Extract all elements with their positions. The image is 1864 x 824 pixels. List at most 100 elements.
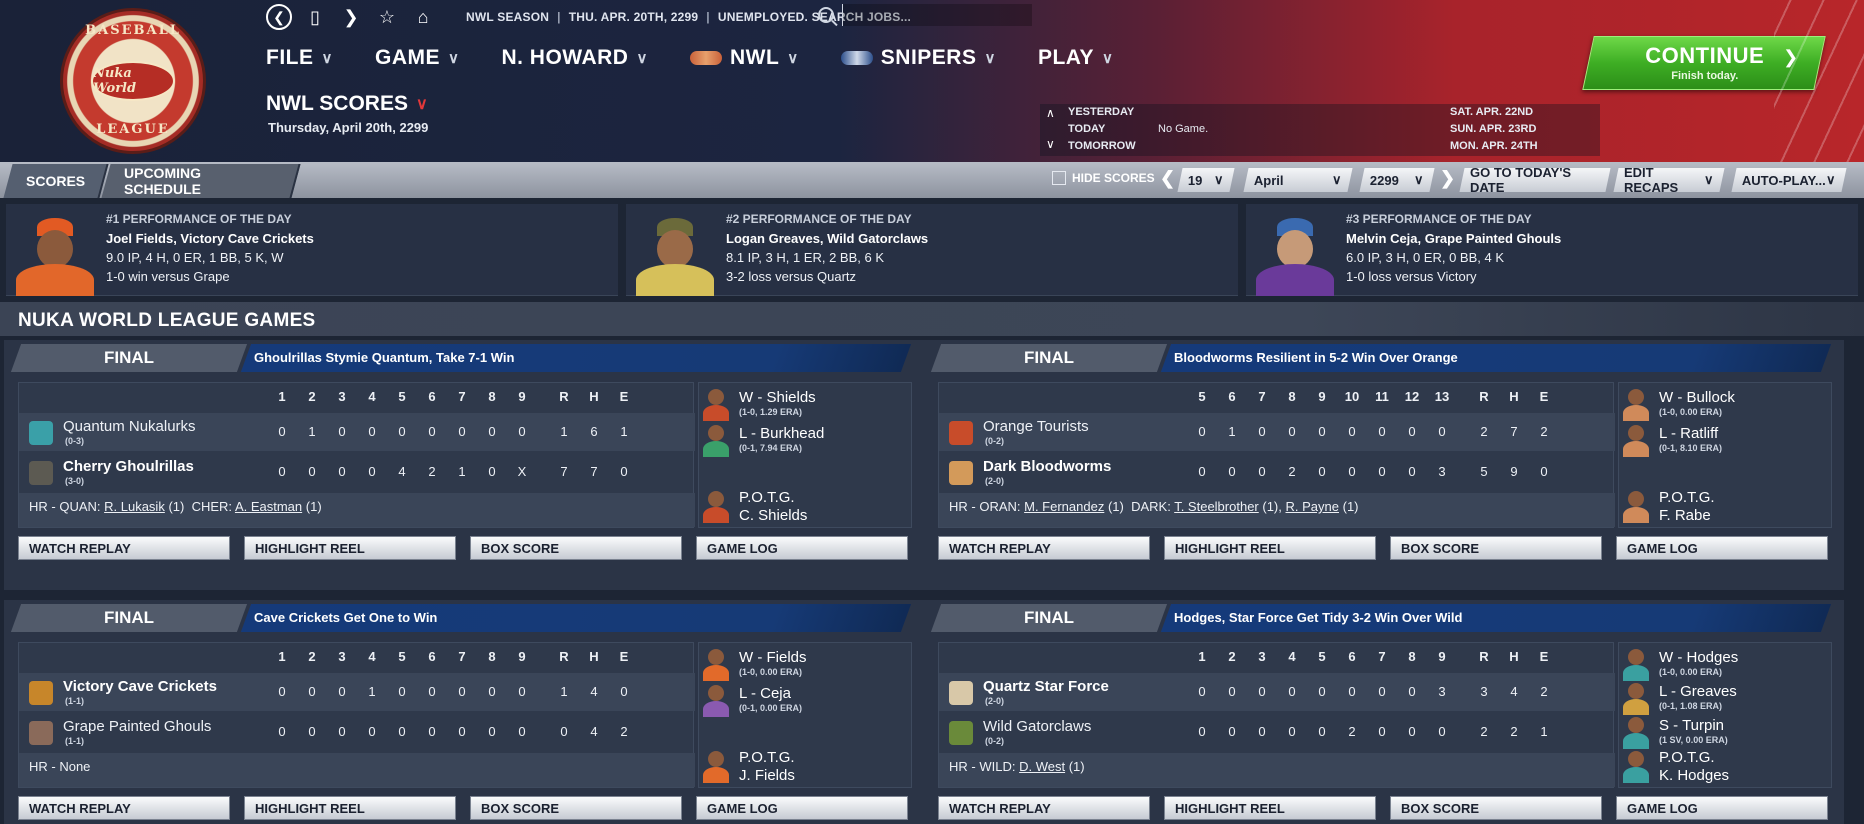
team-row[interactable]: Dark Bloodworms (2-0) 0 0 0 2 0 0 0 0 3 5 9 0: [939, 453, 1615, 491]
highlight-reel-button[interactable]: HIGHLIGHT REEL: [1164, 536, 1376, 560]
team-name[interactable]: Cherry Ghoulrillas: [63, 458, 194, 475]
hide-scores-toggle[interactable]: HIDE SCORES: [1052, 171, 1155, 185]
menu-league[interactable]: NWL ∨: [689, 46, 799, 70]
team-name[interactable]: Victory Cave Crickets: [63, 678, 217, 695]
box-score-button[interactable]: BOX SCORE: [470, 536, 682, 560]
continue-button[interactable]: CONTINUE Finish today. ❯: [1582, 36, 1826, 90]
forward-icon[interactable]: ❯: [338, 4, 364, 30]
performance-card-1[interactable]: #1 PERFORMANCE OF THE DAY Joel Fields, V…: [6, 204, 618, 296]
day-select[interactable]: 19 ∨: [1177, 168, 1235, 192]
game-headline[interactable]: Ghoulrillas Stymie Quantum, Take 7-1 Win: [240, 344, 912, 372]
player-of-the-game[interactable]: P.O.T.G. J. Fields: [703, 747, 909, 785]
game-headline[interactable]: Hodges, Star Force Get Tidy 3-2 Win Over…: [1160, 604, 1832, 632]
team-name[interactable]: Wild Gatorclaws: [983, 718, 1091, 735]
team-name[interactable]: Grape Painted Ghouls: [63, 718, 211, 735]
hr-player-link[interactable]: T. Steelbrother: [1174, 499, 1259, 514]
next-date-icon[interactable]: ❯: [1440, 168, 1455, 189]
menu-file[interactable]: FILE ∨: [266, 46, 333, 70]
game-log-button[interactable]: GAME LOG: [696, 796, 908, 820]
team-name[interactable]: Quantum Nukalurks: [63, 418, 196, 435]
page-title[interactable]: NWL SCORES ∨: [266, 92, 428, 116]
edit-recaps-button[interactable]: EDIT RECAPS ∨: [1613, 165, 1725, 195]
star-icon[interactable]: ☆: [374, 4, 400, 30]
hr-player-link[interactable]: R. Lukasik: [104, 499, 165, 514]
watch-replay-button[interactable]: WATCH REPLAY: [18, 536, 230, 560]
team-row[interactable]: Orange Tourists (0-2) 0 1 0 0 0 0 0 0 0 2 7 2: [939, 413, 1615, 451]
highlight-reel-button[interactable]: HIGHLIGHT REEL: [1164, 796, 1376, 820]
menu-play[interactable]: PLAY ∨: [1038, 46, 1114, 70]
player-of-the-game[interactable]: P.O.T.G. K. Hodges: [1623, 747, 1829, 785]
pitcher-decision[interactable]: W - Bullock (1-0, 0.00 ERA): [1623, 385, 1829, 423]
team-name[interactable]: Quartz Star Force: [983, 678, 1109, 695]
up-arrow-icon[interactable]: ∧: [1046, 106, 1055, 120]
game-log-button[interactable]: GAME LOG: [1616, 536, 1828, 560]
hr-player-link[interactable]: R. Payne: [1286, 499, 1339, 514]
pitcher-decision[interactable]: S - Turpin (1 SV, 0.00 ERA): [1623, 713, 1829, 751]
league-logo[interactable]: BASEBALL Nuka World LEAGUE: [60, 8, 206, 154]
inning-number: 2: [308, 389, 316, 404]
upcoming-date-3[interactable]: MON. APR. 24TH: [1450, 140, 1538, 152]
hide-scores-checkbox[interactable]: [1052, 171, 1066, 185]
watch-replay-button[interactable]: WATCH REPLAY: [938, 536, 1150, 560]
breadcrumb-date[interactable]: THU. APR. 20TH, 2299: [569, 10, 699, 24]
upcoming-date-1[interactable]: SAT. APR. 22ND: [1450, 106, 1533, 118]
game-log-button[interactable]: GAME LOG: [696, 536, 908, 560]
performance-player[interactable]: Melvin Ceja, Grape Painted Ghouls: [1346, 231, 1561, 246]
performance-player[interactable]: Joel Fields, Victory Cave Crickets: [106, 231, 314, 246]
hr-player-link[interactable]: A. Eastman: [235, 499, 302, 514]
team-name[interactable]: Orange Tourists: [983, 418, 1089, 435]
hr-player-link[interactable]: M. Fernandez: [1024, 499, 1104, 514]
down-arrow-icon[interactable]: ∨: [1046, 137, 1055, 151]
box-score-button[interactable]: BOX SCORE: [470, 796, 682, 820]
highlight-reel-button[interactable]: HIGHLIGHT REEL: [244, 536, 456, 560]
pitcher-decision[interactable]: L - Ceja (0-1, 0.00 ERA): [703, 681, 909, 719]
hr-player-link[interactable]: D. West: [1019, 759, 1065, 774]
breadcrumb-season[interactable]: NWL SEASON: [466, 10, 549, 24]
team-row[interactable]: Quartz Star Force (2-0) 0 0 0 0 0 0 0 0 3 3 4 2: [939, 673, 1615, 711]
go-to-today-button[interactable]: GO TO TODAY'S DATE: [1459, 165, 1611, 195]
box-score-button[interactable]: BOX SCORE: [1390, 796, 1602, 820]
pitcher-decision[interactable]: L - Burkhead (0-1, 7.94 ERA): [703, 421, 909, 459]
team-row[interactable]: Grape Painted Ghouls (1-1) 0 0 0 0 0 0 0 0 0 0 4 2: [19, 713, 695, 751]
performance-card-2[interactable]: #2 PERFORMANCE OF THE DAY Logan Greaves,…: [626, 204, 1238, 296]
pitcher-decision[interactable]: L - Greaves (0-1, 1.08 ERA): [1623, 679, 1829, 717]
team-row[interactable]: Cherry Ghoulrillas (3-0) 0 0 0 0 4 2 1 0 X 7 7 0: [19, 453, 695, 491]
player-of-the-game[interactable]: P.O.T.G. C. Shields: [703, 487, 909, 525]
game-headline[interactable]: Cave Crickets Get One to Win: [240, 604, 912, 632]
back-icon[interactable]: ❮: [266, 4, 292, 30]
player-of-the-game[interactable]: P.O.T.G. F. Rabe: [1623, 487, 1829, 525]
year-select[interactable]: 2299 ∨: [1359, 168, 1435, 192]
page-icon[interactable]: ▯: [302, 4, 328, 30]
search-icon[interactable]: [818, 7, 834, 23]
search-input[interactable]: [842, 4, 1032, 26]
team-row[interactable]: Wild Gatorclaws (0-2) 0 0 0 0 0 2 0 0 0 2 2 1: [939, 713, 1615, 751]
highlight-reel-button[interactable]: HIGHLIGHT REEL: [244, 796, 456, 820]
upcoming-date-2[interactable]: SUN. APR. 23RD: [1450, 123, 1536, 135]
tomorrow-link[interactable]: TOMORROW: [1068, 140, 1136, 152]
pitcher-decision[interactable]: W - Shields (1-0, 1.29 ERA): [703, 385, 909, 423]
game-log-button[interactable]: GAME LOG: [1616, 796, 1828, 820]
auto-play-button[interactable]: AUTO-PLAY... ∨: [1731, 168, 1847, 192]
box-score-button[interactable]: BOX SCORE: [1390, 536, 1602, 560]
game-headline[interactable]: Bloodworms Resilient in 5-2 Win Over Ora…: [1160, 344, 1832, 372]
pitcher-decision[interactable]: W - Hodges (1-0, 0.00 ERA): [1623, 645, 1829, 683]
game-status: FINAL: [10, 604, 248, 632]
team-name[interactable]: Dark Bloodworms: [983, 458, 1111, 475]
menu-manager[interactable]: N. HOWARD ∨: [501, 46, 647, 70]
menu-team[interactable]: SNIPERS ∨: [840, 46, 996, 70]
watch-replay-button[interactable]: WATCH REPLAY: [18, 796, 230, 820]
home-icon[interactable]: ⌂: [410, 4, 436, 30]
pitcher-decision[interactable]: W - Fields (1-0, 0.00 ERA): [703, 645, 909, 683]
watch-replay-button[interactable]: WATCH REPLAY: [938, 796, 1150, 820]
month-select[interactable]: April ∨: [1243, 168, 1353, 192]
yesterday-link[interactable]: YESTERDAY: [1068, 106, 1134, 118]
team-row[interactable]: Victory Cave Crickets (1-1) 0 0 0 1 0 0 0 0 0 1 4 0: [19, 673, 695, 711]
tab-upcoming-schedule[interactable]: UPCOMING SCHEDULE: [101, 164, 301, 198]
prev-date-icon[interactable]: ❮: [1160, 168, 1175, 189]
menu-game[interactable]: GAME ∨: [375, 46, 459, 70]
pitcher-decision[interactable]: L - Ratliff (0-1, 8.10 ERA): [1623, 421, 1829, 459]
tab-scores[interactable]: SCORES: [3, 164, 109, 198]
performance-card-3[interactable]: #3 PERFORMANCE OF THE DAY Melvin Ceja, G…: [1246, 204, 1858, 296]
performance-player[interactable]: Logan Greaves, Wild Gatorclaws: [726, 231, 928, 246]
team-row[interactable]: Quantum Nukalurks (0-3) 0 1 0 0 0 0 0 0 0 1 6 1: [19, 413, 695, 451]
